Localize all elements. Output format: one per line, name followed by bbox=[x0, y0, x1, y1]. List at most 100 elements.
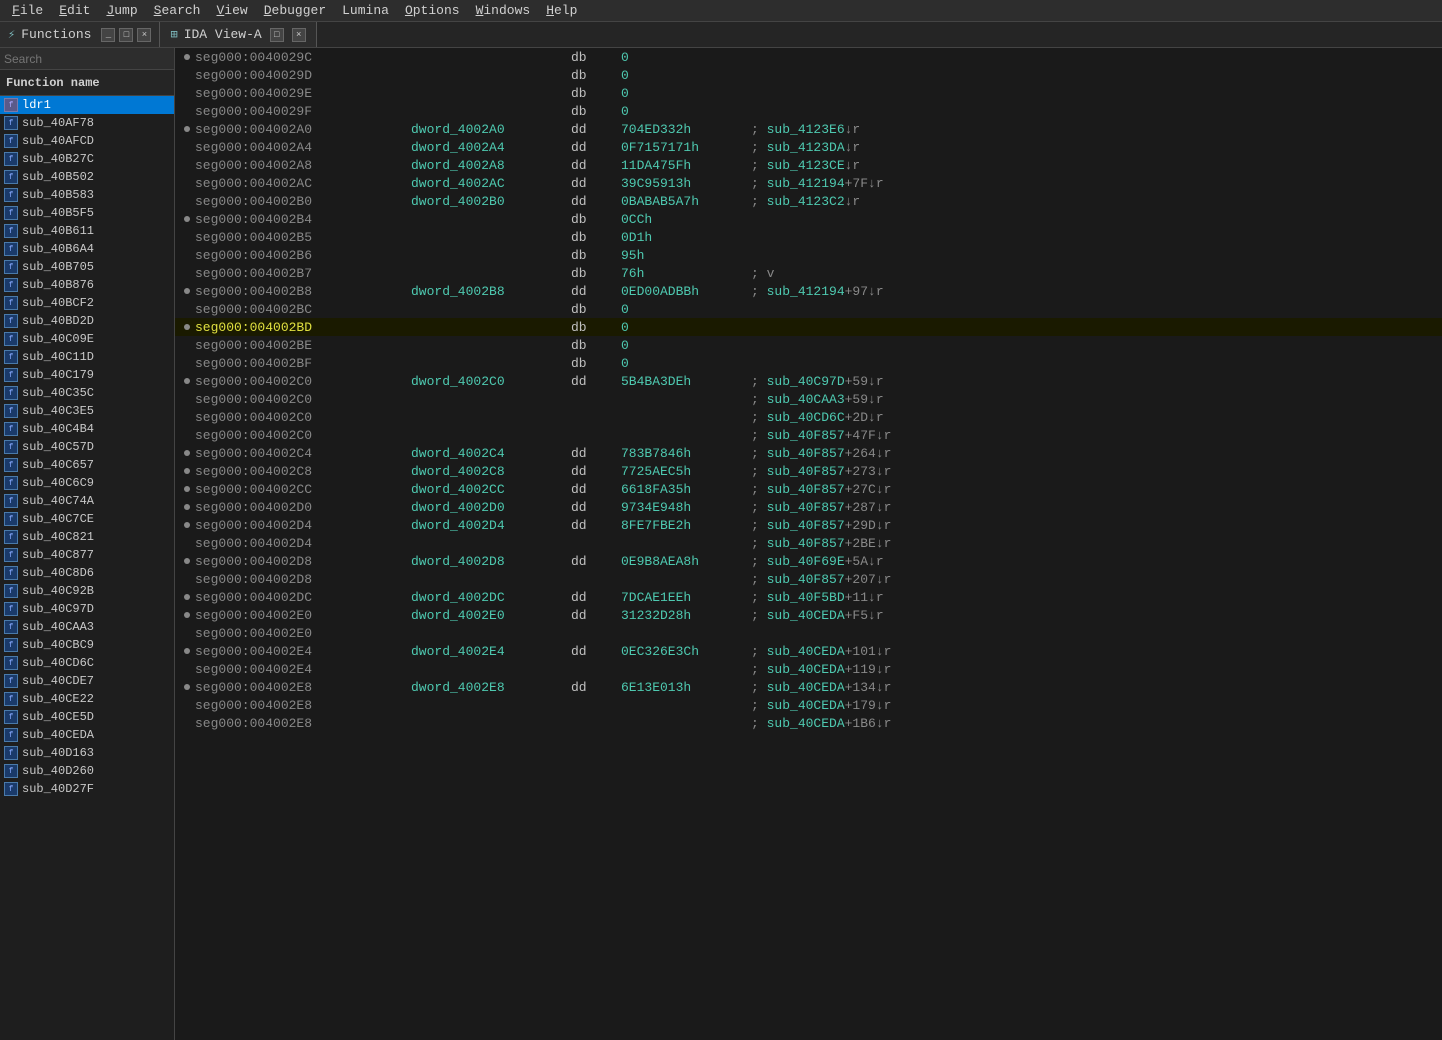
func-item-sub_40b5f5[interactable]: fsub_40B5F5 bbox=[0, 204, 174, 222]
func-item-icon: f bbox=[4, 440, 18, 454]
mnemonic: dd bbox=[571, 482, 621, 497]
func-item-sub_40cbc9[interactable]: fsub_40CBC9 bbox=[0, 636, 174, 654]
func-item-sub_40b705[interactable]: fsub_40B705 bbox=[0, 258, 174, 276]
code-line: seg000:004002CCdword_4002CCdd6618FA35h; … bbox=[175, 480, 1442, 498]
dot-marker bbox=[179, 648, 195, 654]
view-close-button[interactable]: × bbox=[292, 28, 306, 42]
func-item-sub_40b876[interactable]: fsub_40B876 bbox=[0, 276, 174, 294]
func-item-sub_40c92b[interactable]: fsub_40C92B bbox=[0, 582, 174, 600]
code-line: seg000:004002E8; sub_40CEDA+179↓r bbox=[175, 696, 1442, 714]
func-item-sub_40afcd[interactable]: fsub_40AFCD bbox=[0, 132, 174, 150]
functions-list[interactable]: fldr1fsub_40AF78fsub_40AFCDfsub_40B27Cfs… bbox=[0, 96, 174, 1040]
menu-options[interactable]: Options bbox=[397, 1, 468, 20]
menu-search[interactable]: Search bbox=[146, 1, 209, 20]
func-item-sub_40b611[interactable]: fsub_40B611 bbox=[0, 222, 174, 240]
code-line: seg000:004002C0dword_4002C0dd5B4BA3DEh; … bbox=[175, 372, 1442, 390]
menu-lumina[interactable]: Lumina bbox=[334, 1, 397, 20]
func-item-sub_40b27c[interactable]: fsub_40B27C bbox=[0, 150, 174, 168]
func-item-sub_40c4b4[interactable]: fsub_40C4B4 bbox=[0, 420, 174, 438]
func-item-sub_40c57d[interactable]: fsub_40C57D bbox=[0, 438, 174, 456]
menu-windows[interactable]: Windows bbox=[468, 1, 539, 20]
code-address: seg000:004002D8 bbox=[195, 572, 395, 587]
close-button[interactable]: × bbox=[137, 28, 151, 42]
search-input[interactable] bbox=[4, 52, 170, 66]
func-item-sub_40c74a[interactable]: fsub_40C74A bbox=[0, 492, 174, 510]
menu-file[interactable]: File bbox=[4, 1, 51, 20]
func-item-sub_40bcf2[interactable]: fsub_40BCF2 bbox=[0, 294, 174, 312]
code-address: seg000:004002B6 bbox=[195, 248, 395, 263]
func-item-sub_40cd6c[interactable]: fsub_40CD6C bbox=[0, 654, 174, 672]
code-line: seg000:004002B0dword_4002B0dd0BABAB5A7h;… bbox=[175, 192, 1442, 210]
func-item-sub_40ce22[interactable]: fsub_40CE22 bbox=[0, 690, 174, 708]
func-item-sub_40af78[interactable]: fsub_40AF78 bbox=[0, 114, 174, 132]
code-line: seg000:004002B6db95h bbox=[175, 246, 1442, 264]
operand-name: dword_4002E4 bbox=[411, 644, 571, 659]
func-item-icon: f bbox=[4, 764, 18, 778]
func-item-sub_40cde7[interactable]: fsub_40CDE7 bbox=[0, 672, 174, 690]
func-item-sub_40c11d[interactable]: fsub_40C11D bbox=[0, 348, 174, 366]
func-item-sub_40c3e5[interactable]: fsub_40C3E5 bbox=[0, 402, 174, 420]
func-item-label: sub_40C74A bbox=[22, 494, 94, 508]
menu-view[interactable]: View bbox=[208, 1, 255, 20]
func-item-label: sub_40C877 bbox=[22, 548, 94, 562]
dot-marker bbox=[179, 126, 195, 132]
func-item-sub_40c35c[interactable]: fsub_40C35C bbox=[0, 384, 174, 402]
mnemonic: dd bbox=[571, 158, 621, 173]
functions-title-label: Functions bbox=[21, 27, 91, 42]
view-maximize-button[interactable]: □ bbox=[270, 28, 284, 42]
func-item-sub_40c09e[interactable]: fsub_40C09E bbox=[0, 330, 174, 348]
func-item-label: sub_40C3E5 bbox=[22, 404, 94, 418]
breakpoint-dot bbox=[184, 378, 190, 384]
menu-jump[interactable]: Jump bbox=[98, 1, 145, 20]
func-item-sub_40c179[interactable]: fsub_40C179 bbox=[0, 366, 174, 384]
minimize-button[interactable]: _ bbox=[101, 28, 115, 42]
func-item-sub_40caa3[interactable]: fsub_40CAA3 bbox=[0, 618, 174, 636]
code-line: seg000:004002BDdb0 bbox=[175, 318, 1442, 336]
func-item-sub_40c877[interactable]: fsub_40C877 bbox=[0, 546, 174, 564]
code-view[interactable]: seg000:0040029Cdb0seg000:0040029Ddb0seg0… bbox=[175, 48, 1442, 1040]
code-value: 76h bbox=[621, 266, 751, 281]
operand-name: dword_4002E0 bbox=[411, 608, 571, 623]
menu-debugger[interactable]: Debugger bbox=[256, 1, 334, 20]
func-item-label: ldr1 bbox=[22, 98, 51, 112]
func-item-sub_40bd2d[interactable]: fsub_40BD2D bbox=[0, 312, 174, 330]
func-item-sub_40c97d[interactable]: fsub_40C97D bbox=[0, 600, 174, 618]
func-item-sub_40c6c9[interactable]: fsub_40C6C9 bbox=[0, 474, 174, 492]
func-item-icon: f bbox=[4, 584, 18, 598]
func-item-sub_40c7ce[interactable]: fsub_40C7CE bbox=[0, 510, 174, 528]
func-item-sub_40d260[interactable]: fsub_40D260 bbox=[0, 762, 174, 780]
func-item-icon: f bbox=[4, 476, 18, 490]
code-address: seg000:004002B5 bbox=[195, 230, 395, 245]
code-line: seg000:004002D4; sub_40F857+2BE↓r bbox=[175, 534, 1442, 552]
func-item-sub_40c657[interactable]: fsub_40C657 bbox=[0, 456, 174, 474]
main-layout: Function name fldr1fsub_40AF78fsub_40AFC… bbox=[0, 48, 1442, 1040]
func-item-icon: f bbox=[4, 296, 18, 310]
func-item-sub_40b502[interactable]: fsub_40B502 bbox=[0, 168, 174, 186]
func-item-sub_40ce5d[interactable]: fsub_40CE5D bbox=[0, 708, 174, 726]
code-line: seg000:004002A0dword_4002A0dd704ED332h; … bbox=[175, 120, 1442, 138]
menu-edit[interactable]: Edit bbox=[51, 1, 98, 20]
func-item-sub_40c821[interactable]: fsub_40C821 bbox=[0, 528, 174, 546]
func-item-label: sub_40C8D6 bbox=[22, 566, 94, 580]
func-item-sub_40d27f[interactable]: fsub_40D27F bbox=[0, 780, 174, 798]
func-item-icon: f bbox=[4, 98, 18, 112]
func-item-sub_40d163[interactable]: fsub_40D163 bbox=[0, 744, 174, 762]
code-address: seg000:004002C0 bbox=[195, 410, 395, 425]
func-item-icon: f bbox=[4, 512, 18, 526]
code-value: 9734E948h bbox=[621, 500, 751, 515]
func-item-sub_40c8d6[interactable]: fsub_40C8D6 bbox=[0, 564, 174, 582]
func-item-sub_40ceda[interactable]: fsub_40CEDA bbox=[0, 726, 174, 744]
ida-view-title: ⊞ IDA View-A □ × bbox=[160, 22, 316, 47]
menu-help[interactable]: Help bbox=[538, 1, 585, 20]
func-item-icon: f bbox=[4, 746, 18, 760]
view-icon: ⊞ bbox=[170, 27, 177, 42]
func-item-sub_40b6a4[interactable]: fsub_40B6A4 bbox=[0, 240, 174, 258]
func-item-sub_40b583[interactable]: fsub_40B583 bbox=[0, 186, 174, 204]
func-item-label: sub_40B583 bbox=[22, 188, 94, 202]
code-line: seg000:004002B7db76h; v bbox=[175, 264, 1442, 282]
maximize-button[interactable]: □ bbox=[119, 28, 133, 42]
func-item-ldr1[interactable]: f ldr1 bbox=[0, 96, 174, 114]
func-item-icon: f bbox=[4, 692, 18, 706]
mnemonic: dd bbox=[571, 446, 621, 461]
code-comment: ; sub_4123C2↓r bbox=[751, 194, 860, 209]
